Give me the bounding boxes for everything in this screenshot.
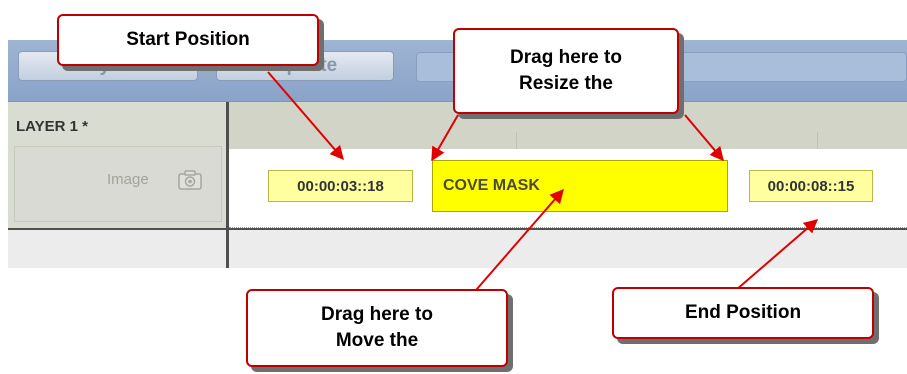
layer-title: LAYER 1 * [16,118,88,135]
move-line-1: Drag here to [321,304,433,326]
start-time-box[interactable]: 00:00:03::18 [268,170,413,202]
resize-line-1: Drag here to [510,47,622,69]
ruler-tick [817,132,818,149]
end-position-text: End Position [684,302,802,324]
end-time-box[interactable]: 00:00:08::15 [749,170,873,202]
clip-bar[interactable]: COVE MASK [432,160,728,212]
end-position-callout: End Position [612,287,874,339]
timeline-empty-row [229,230,907,268]
move-line-2: Move the [335,330,419,351]
layer-type-label: Image [107,171,149,188]
resize-callout: Drag here to Resize the [453,28,679,114]
camera-icon[interactable] [177,169,203,191]
start-position-text: Start Position [126,29,250,51]
clip-name: COVE MASK [443,177,540,194]
layer-panel: LAYER 1 * Image [8,102,226,268]
layer-properties: Image [14,146,222,222]
layer-panel-empty-row [8,228,226,268]
start-position-callout: Start Position [57,14,319,66]
move-callout-text: Drag here to Move the [321,302,433,353]
resize-callout-text: Drag here to Resize the [510,45,622,96]
move-callout: Drag here to Move the [246,289,508,367]
resize-line-2: Resize the [519,73,613,94]
ruler-tick [516,132,517,149]
